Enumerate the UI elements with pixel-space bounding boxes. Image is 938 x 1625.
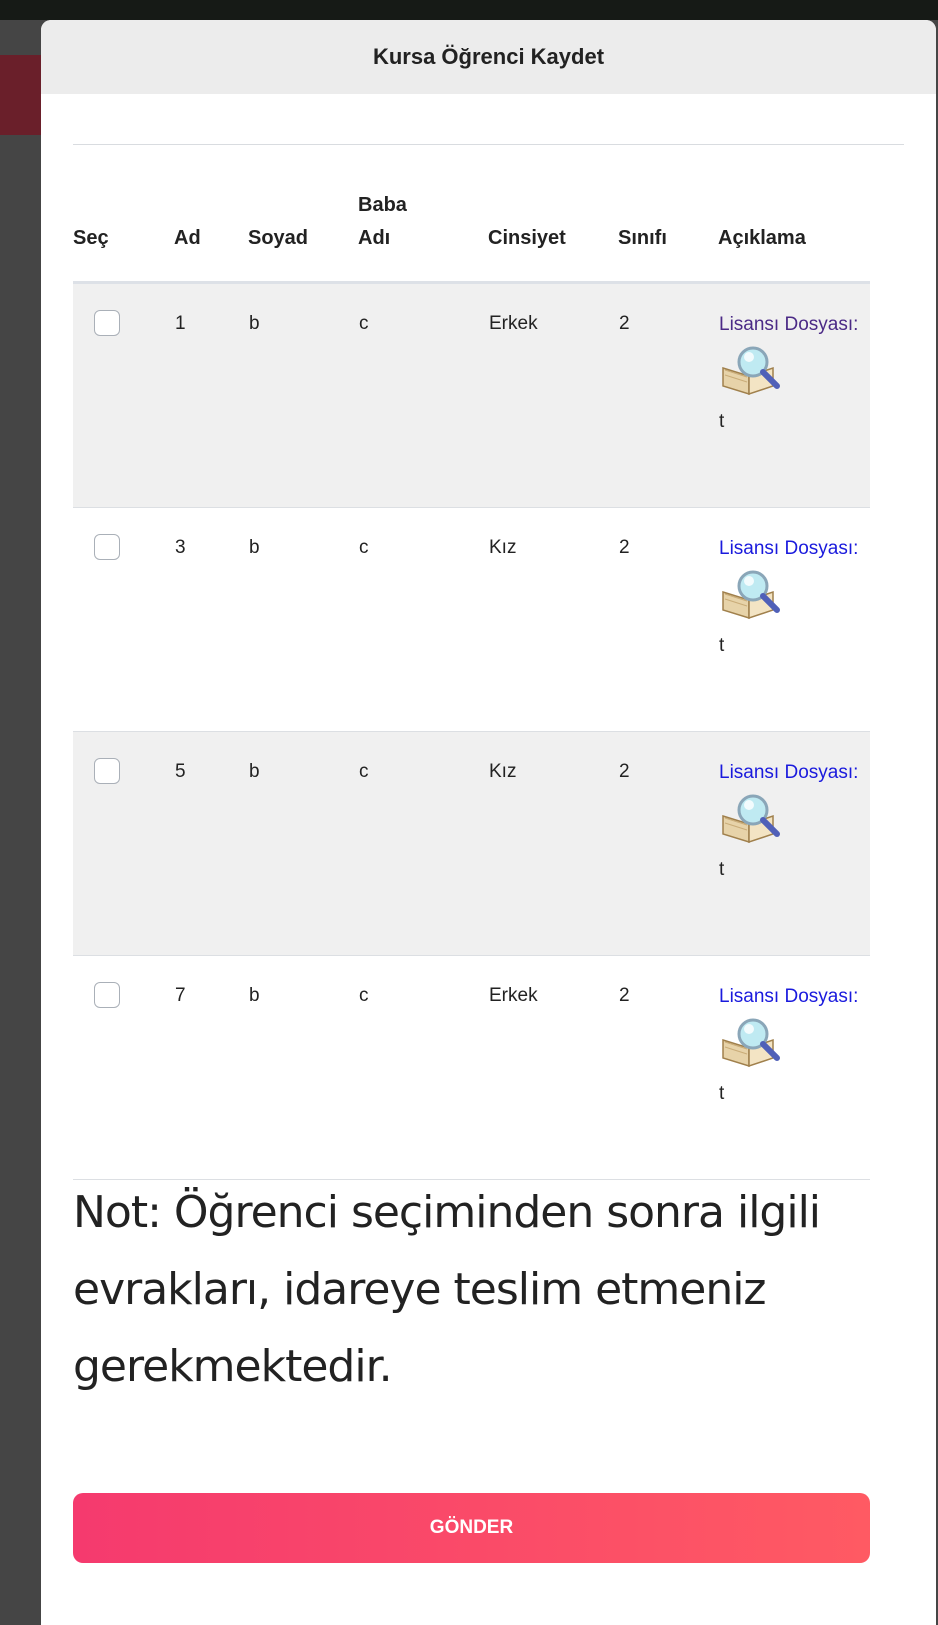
cell-ad: 1 (174, 282, 248, 508)
cell-soyad: b (248, 731, 358, 956)
book-search-icon[interactable] (719, 570, 783, 622)
note-text: Not: Öğrenci seçiminden sonra ilgili evr… (73, 1187, 821, 1392)
table-row: 5 b c Kız 2 Lisansı Dosyası: t (73, 731, 870, 956)
cell-ad: 3 (174, 507, 248, 732)
cell-ad: 5 (174, 731, 248, 956)
book-search-icon[interactable] (719, 346, 783, 398)
description: t (719, 1083, 725, 1104)
submit-button[interactable]: GÖNDER (73, 1493, 870, 1563)
book-search-icon[interactable] (719, 1018, 783, 1070)
modal-header: Kursa Öğrenci Kaydet (41, 20, 936, 94)
cell-cinsiyet: Erkek (488, 282, 618, 508)
col-ad: Ad (174, 145, 248, 284)
description: t (719, 859, 725, 880)
col-baba-adi-label: Baba Adı (358, 194, 407, 249)
cell-sinifi: 2 (618, 282, 718, 508)
cell-ad: 7 (174, 955, 248, 1180)
cell-sinifi: 2 (618, 955, 718, 1180)
cell-cinsiyet: Kız (488, 507, 618, 732)
license-file-link[interactable]: Lisansı Dosyası: (719, 755, 869, 790)
cell-baba-adi: c (358, 282, 488, 508)
select-checkbox[interactable] (94, 982, 120, 1008)
cell-baba-adi: c (358, 955, 488, 1180)
book-search-icon[interactable] (719, 794, 783, 846)
select-checkbox[interactable] (94, 310, 120, 336)
cell-aciklama: Lisansı Dosyası: t (718, 282, 870, 508)
col-sinifi: Sınıfı (618, 145, 718, 284)
col-aciklama: Açıklama (718, 145, 870, 284)
cell-soyad: b (248, 282, 358, 508)
cell-baba-adi: c (358, 731, 488, 956)
cell-aciklama: Lisansı Dosyası: t (718, 507, 870, 732)
table-header-row: Seç Ad Soyad Baba Adı Cinsiyet Sınıfı Aç… (73, 145, 870, 284)
background-topbar (0, 0, 938, 20)
cell-aciklama: Lisansı Dosyası: t (718, 955, 870, 1180)
modal-body: Seç Ad Soyad Baba Adı Cinsiyet Sınıfı Aç… (73, 94, 904, 1625)
cell-baba-adi: c (358, 507, 488, 732)
cell-cinsiyet: Kız (488, 731, 618, 956)
table-row: 1 b c Erkek 2 Lisansı Dosyası: t (73, 282, 870, 508)
col-sec: Seç (73, 145, 174, 284)
description: t (719, 411, 725, 432)
cell-sinifi: 2 (618, 507, 718, 732)
description: t (719, 635, 725, 656)
col-soyad: Soyad (248, 145, 358, 284)
select-checkbox[interactable] (94, 534, 120, 560)
table-row: 3 b c Kız 2 Lisansı Dosyası: t (73, 507, 870, 732)
cell-sinifi: 2 (618, 731, 718, 956)
cell-soyad: b (248, 507, 358, 732)
cell-soyad: b (248, 955, 358, 1180)
table-row: 7 b c Erkek 2 Lisansı Dosyası: t (73, 955, 870, 1180)
students-table: Seç Ad Soyad Baba Adı Cinsiyet Sınıfı Aç… (73, 145, 870, 1180)
license-file-link[interactable]: Lisansı Dosyası: (719, 307, 869, 342)
modal-title: Kursa Öğrenci Kaydet (372, 44, 605, 69)
select-checkbox[interactable] (94, 758, 120, 784)
col-cinsiyet: Cinsiyet (488, 145, 618, 284)
col-baba-adi: Baba Adı (358, 145, 488, 284)
license-file-link[interactable]: Lisansı Dosyası: (719, 979, 869, 1014)
cell-cinsiyet: Erkek (488, 955, 618, 1180)
cell-aciklama: Lisansı Dosyası: t (718, 731, 870, 956)
enroll-modal: Kursa Öğrenci Kaydet Seç Ad Soyad Baba A… (41, 20, 936, 1625)
license-file-link[interactable]: Lisansı Dosyası: (719, 531, 869, 566)
